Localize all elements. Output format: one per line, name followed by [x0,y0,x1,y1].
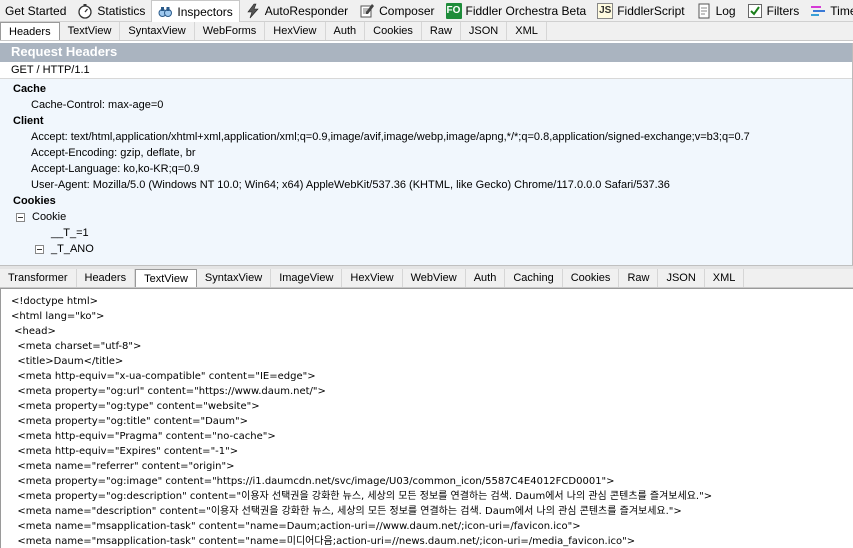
js-icon: JS [597,3,614,19]
request-headers-panel[interactable]: Request Headers GET / HTTP/1.1 Cache Cac… [0,43,853,265]
resp-tab-headers[interactable]: Headers [77,269,136,287]
header-row[interactable]: User-Agent: Mozilla/5.0 (Windows NT 10.0… [0,177,852,193]
code-line: <!doctype html> [11,296,99,307]
tab-timeline[interactable]: Timeline [805,0,853,22]
tab-label: Inspectors [177,5,233,19]
tab-label: AutoResponder [264,4,349,18]
header-row[interactable]: Accept: text/html,application/xhtml+xml,… [0,129,852,145]
main-tab-strip: Get Started Statistics Inspectors AutoRe… [0,0,853,23]
req-tab-syntaxview[interactable]: SyntaxView [120,22,195,40]
code-line: <meta property="og:title" content="Daum"… [11,416,248,427]
request-line[interactable]: GET / HTTP/1.1 [0,62,852,79]
tab-filters[interactable]: Filters [742,0,806,22]
resp-tab-json[interactable]: JSON [658,269,705,287]
code-line: <title>Daum</title> [11,356,124,367]
req-tab-json[interactable]: JSON [461,22,508,40]
tab-label: Log [715,4,736,18]
group-client-label: Client [13,115,44,127]
code-line: <meta property="og:url" content="https:/… [11,386,326,397]
tab-label: Composer [379,4,435,18]
response-textview[interactable]: <!doctype html> <html lang="ko"> <head> … [0,288,853,548]
cookie-item-label: __T_=1 [51,227,89,239]
req-tab-auth[interactable]: Auth [326,22,366,40]
code-line: <meta property="og:description" content=… [11,491,713,502]
tab-log[interactable]: Log [691,0,742,22]
code-line: <meta name="referrer" content="origin"> [11,461,235,472]
tab-label: Get Started [5,4,67,18]
cookie-root-label: Cookie [32,211,67,223]
tab-fiddlerscript[interactable]: JS FiddlerScript [592,0,690,22]
resp-tab-raw[interactable]: Raw [619,269,659,287]
resp-tab-webview[interactable]: WebView [403,269,466,287]
code-line: <meta http-equiv="x-ua-compatible" conte… [11,371,316,382]
req-tab-webforms[interactable]: WebForms [195,22,266,40]
timeline-icon [810,3,826,19]
resp-tab-caching[interactable]: Caching [505,269,563,287]
tab-fiddler-orchestra[interactable]: FO Fiddler Orchestra Beta [441,0,593,22]
fo-icon: FO [445,3,462,19]
req-tab-textview[interactable]: TextView [60,22,121,40]
tab-composer[interactable]: Composer [354,0,440,22]
checkbox-icon [747,3,763,19]
resp-tab-xml[interactable]: XML [705,269,745,287]
response-inspector-tabs: Transformer Headers TextView SyntaxView … [0,269,853,288]
tab-get-started[interactable]: Get Started [0,0,72,22]
resp-tab-syntaxview[interactable]: SyntaxView [197,269,272,287]
header-row[interactable]: Accept-Language: ko,ko-KR;q=0.9 [0,161,852,177]
headers-tree[interactable]: Cache Cache-Control: max-age=0 Client Ac… [0,79,852,265]
req-tab-xml[interactable]: XML [507,22,547,40]
collapse-icon[interactable] [35,244,44,254]
header-row[interactable]: Cache-Control: max-age=0 [0,97,852,113]
log-icon [696,3,712,19]
resp-tab-auth[interactable]: Auth [466,269,506,287]
tab-label: FiddlerScript [617,4,685,18]
req-tab-hexview[interactable]: HexView [265,22,326,40]
tab-statistics[interactable]: Statistics [72,0,151,22]
inspectors-icon [157,4,173,20]
tab-label: Statistics [97,4,146,18]
req-tab-raw[interactable]: Raw [422,22,461,40]
code-line: <meta name="msapplication-task" content=… [11,521,581,532]
tab-inspectors[interactable]: Inspectors [151,0,240,23]
code-line: <meta name="description" content="이용자 선택… [11,506,682,517]
request-headers-title: Request Headers [0,43,852,62]
group-cookies-label: Cookies [13,195,56,207]
group-cache-label: Cache [13,83,47,95]
cookie-tree-node[interactable]: Cookie [0,209,852,225]
code-line: <meta http-equiv="Expires" content="-1"> [11,446,239,457]
req-tab-headers[interactable]: Headers [0,22,60,40]
code-line: <meta property="og:type" content="websit… [11,401,260,412]
composer-icon [359,3,375,19]
code-line: <meta name="msapplication-task" content=… [11,536,636,547]
code-line: <meta http-equiv="Pragma" content="no-ca… [11,431,276,442]
resp-tab-textview[interactable]: TextView [135,269,197,287]
tab-label: Timeline [830,4,853,18]
resp-tab-transformer[interactable]: Transformer [0,269,77,287]
code-line: <meta charset="utf-8"> [11,341,142,352]
tab-label: Fiddler Orchestra Beta [465,4,587,18]
code-line: <html lang="ko"> [11,311,105,322]
resp-tab-imageview[interactable]: ImageView [271,269,343,287]
resp-tab-hexview[interactable]: HexView [342,269,403,287]
code-line: <meta property="og:image" content="https… [11,476,615,487]
request-inspector-tabs: Headers TextView SyntaxView WebForms Hex… [0,22,853,41]
cookie-item-label: _T_ANO [51,243,94,255]
header-row[interactable]: Accept-Encoding: gzip, deflate, br [0,145,852,161]
tab-label: Filters [766,4,800,18]
cookie-tree-node[interactable]: _T_ANO [0,241,852,257]
req-tab-cookies[interactable]: Cookies [365,22,422,40]
lightning-icon [245,3,261,19]
collapse-icon[interactable] [16,212,25,222]
code-line: <head> [11,326,56,337]
resp-tab-cookies[interactable]: Cookies [563,269,620,287]
tab-autoresponder[interactable]: AutoResponder [240,0,354,22]
cookie-tree-item[interactable]: __T_=1 [0,225,852,241]
stopwatch-icon [77,3,93,19]
